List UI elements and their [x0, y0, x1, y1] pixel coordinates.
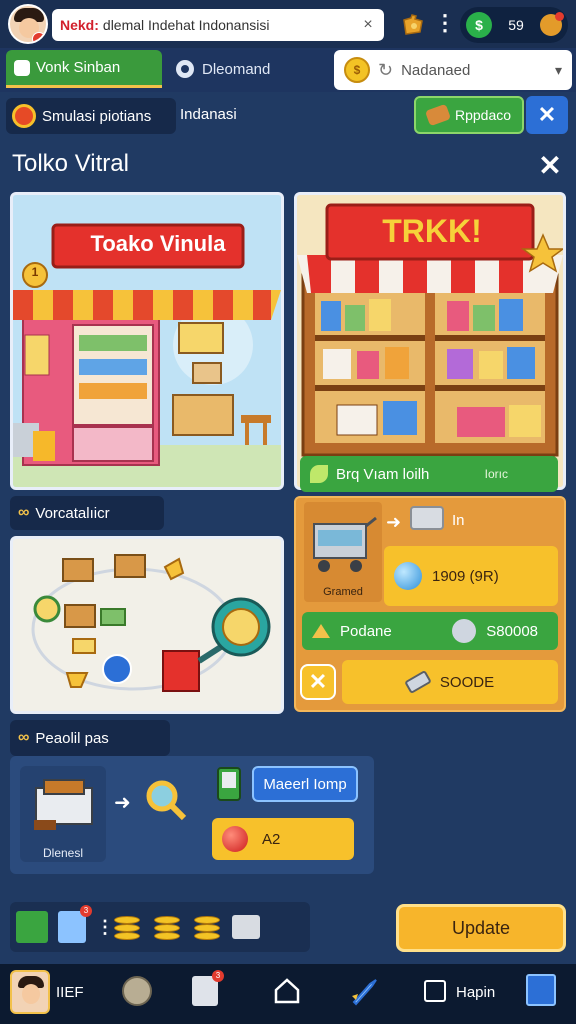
cancel-icon[interactable]: ✕ [300, 664, 336, 700]
nav-avatar[interactable] [10, 970, 50, 1014]
bread-icon [424, 103, 452, 127]
gem-icon [394, 562, 422, 590]
in-label: In [452, 512, 465, 529]
cart-label: Gramed [323, 586, 363, 598]
store-action-suffix: Iorıc [484, 467, 508, 481]
simulation-label: Smulasi piotians [6, 98, 176, 134]
a2-button[interactable]: A2 [212, 818, 354, 860]
store-card-right[interactable]: TRKK! [294, 192, 566, 490]
infinity-icon: ∞ [18, 729, 30, 746]
store-sign-right: TRKK! [382, 213, 482, 249]
magnifier-icon [144, 778, 188, 822]
store-action-bar[interactable]: Brq Vıam loilh Iorıc [300, 456, 558, 492]
book-icon[interactable] [16, 911, 48, 943]
warning-icon [312, 624, 330, 638]
close-icon[interactable]: ✕ [526, 96, 568, 134]
infinity-icon: ∞ [18, 504, 30, 521]
price-text: 1909 (9R) [432, 567, 499, 585]
printer-label: Dlenesl [42, 846, 84, 860]
select-value: Nadanaed [401, 61, 471, 79]
news-icon[interactable] [192, 970, 224, 1006]
arrow-right-icon: ➜ [386, 512, 402, 532]
a2-label: A2 [262, 830, 281, 848]
coin-icon: $ [466, 12, 492, 38]
approve-label: Rppdaco [454, 107, 512, 123]
update-button[interactable]: Update [396, 904, 566, 952]
panel-close-icon[interactable]: ✕ [536, 150, 564, 182]
arrow-right-icon: ➜ [114, 792, 131, 814]
circle-icon [176, 60, 194, 78]
refresh-icon[interactable]: ↻ [378, 60, 393, 81]
tab-active-label: Vonk Sinban [36, 59, 121, 76]
produce-label: Podane [340, 622, 392, 640]
url-brand: Nekd: [60, 17, 99, 33]
package-icon [410, 506, 444, 530]
production-tab[interactable]: ∞ Peaolil pas [10, 720, 170, 756]
cards-icon[interactable] [232, 915, 260, 939]
url-text: dlemal Indehat Indonansisi [102, 17, 270, 33]
price-display: 1909 (9R) [384, 546, 558, 606]
store-card-left[interactable]: Toako Vinula 1 [10, 192, 284, 490]
rocket-icon[interactable] [348, 976, 380, 1008]
tab-second[interactable]: Dleomand [168, 50, 328, 88]
gear-icon [452, 619, 477, 643]
gold-coin-icon: $ [344, 57, 370, 83]
card-icon[interactable] [58, 905, 92, 943]
store-badge: 1 [31, 265, 39, 279]
red-dot-icon [222, 826, 248, 852]
simulation-title: Smulasi piotians [42, 107, 152, 125]
tool-icon [404, 669, 432, 695]
avatar[interactable] [8, 4, 48, 44]
code-field[interactable]: SOODE [342, 660, 558, 704]
coins-counter[interactable]: $ 59 [460, 7, 568, 43]
store-sign-left: Toako Vinula [90, 231, 226, 256]
currency-select[interactable]: $ ↻ Nadanaed ▾ [334, 50, 572, 90]
production-tab-label: Peaolil pas [35, 729, 109, 747]
produce-code: S80008 [486, 622, 538, 640]
chevron-down-icon: ▾ [554, 61, 562, 78]
simulation-suffix: Indanasi [180, 106, 237, 123]
nav-hapin-label[interactable]: Hapin [456, 984, 495, 1001]
checkbox-icon[interactable] [424, 980, 446, 1002]
cup-icon [14, 59, 30, 76]
visualization-tab[interactable]: ∞ Vorcatalıicr [10, 496, 164, 530]
tab-second-label: Dleomand [202, 60, 271, 78]
tab-active[interactable]: Vonk Sinban [6, 50, 162, 88]
inventory-bar: ⋮ [10, 902, 310, 952]
nav-profile-label[interactable]: IIEF [56, 984, 84, 1001]
supply-chain-diagram [10, 536, 284, 714]
menu-dots-icon[interactable]: ⋮ [434, 10, 456, 38]
coins-value: 59 [508, 17, 524, 33]
coin-stack-icon[interactable] [152, 910, 182, 944]
puzzle-icon[interactable] [400, 12, 426, 38]
panel-title: Tolko Vitral [12, 150, 129, 177]
avatar-face [22, 984, 40, 1004]
logo-icon [12, 104, 36, 128]
phone-icon [214, 766, 244, 802]
code-label: SOODE [439, 673, 495, 691]
home-icon[interactable] [272, 976, 302, 1006]
money-bag-icon[interactable] [540, 12, 564, 36]
wallet-icon[interactable] [122, 976, 152, 1006]
produce-button[interactable]: Podane S80008 [302, 612, 558, 650]
box-icon[interactable] [526, 974, 556, 1006]
clear-url-icon[interactable]: × [360, 16, 376, 34]
address-bar[interactable]: Nekd: dlemal Indehat Indonansisi × [52, 9, 384, 41]
store-action-label: Brq Vıam loilh [336, 465, 430, 483]
master-button[interactable]: Maeerl Iomp [252, 766, 358, 802]
more-icon[interactable]: ⋮ [96, 911, 114, 943]
coin-stack-icon[interactable] [112, 910, 142, 944]
approve-button[interactable]: Rppdaco [414, 96, 524, 134]
leaf-icon [310, 465, 328, 483]
visualization-label: Vorcatalıicr [35, 504, 110, 522]
coin-stack-icon[interactable] [192, 910, 222, 944]
